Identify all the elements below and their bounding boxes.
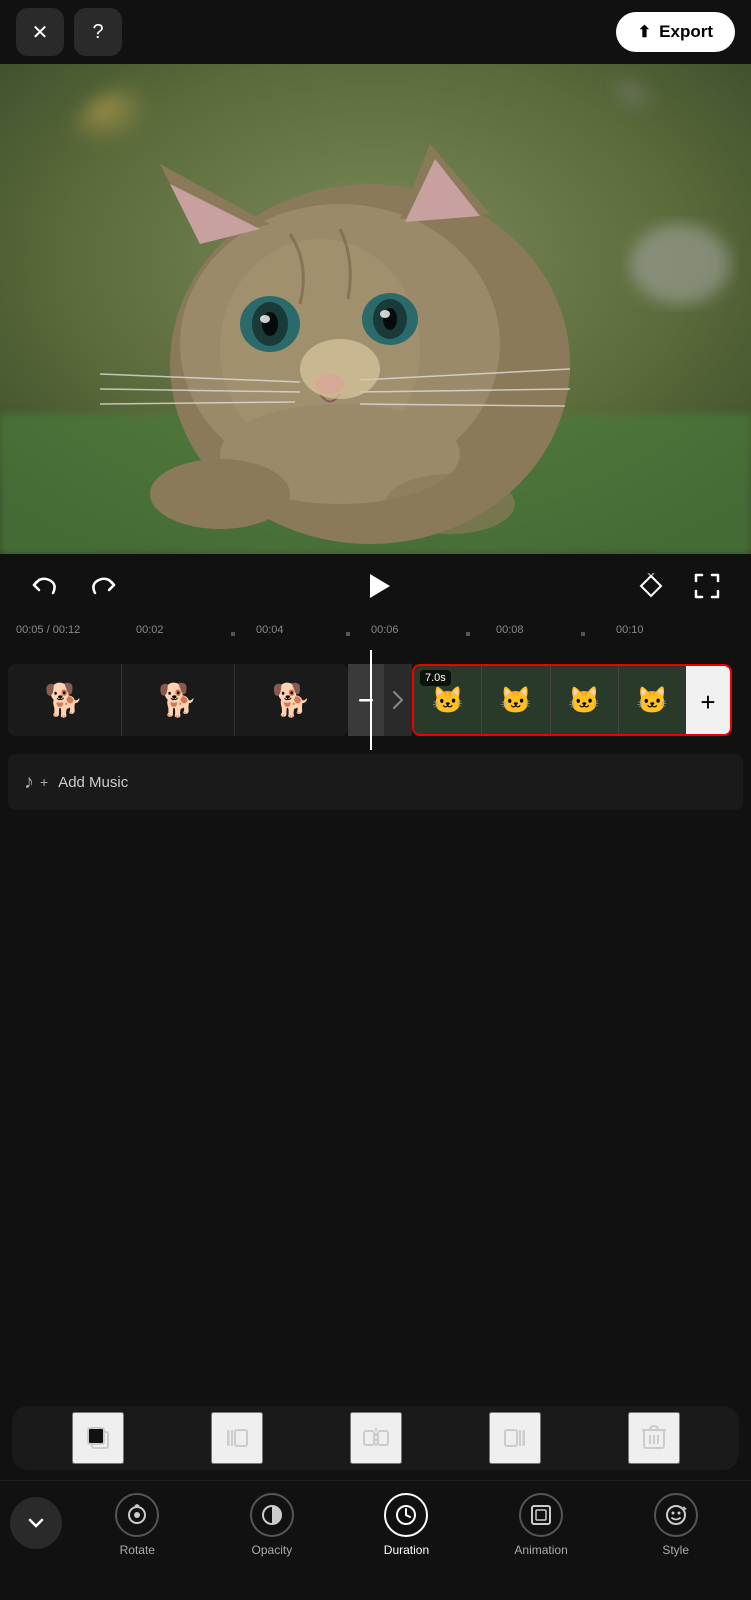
undo-icon: [31, 573, 57, 599]
help-button[interactable]: ?: [74, 8, 122, 56]
export-icon: ⬆: [638, 22, 651, 42]
cat-image: [0, 64, 751, 554]
trim-left-icon: [223, 1424, 251, 1452]
ruler-mark-2: 00:02: [136, 624, 164, 636]
video-track: 🐕 🐕 🐕: [0, 658, 751, 742]
export-label: Export: [659, 22, 713, 42]
top-bar: ✕ ? ⬆ Export: [0, 0, 751, 64]
nav-items: Rotate Opacity: [62, 1493, 751, 1557]
add-clip-button[interactable]: +: [686, 666, 730, 736]
opacity-icon: [260, 1503, 284, 1527]
rotate-label: Rotate: [120, 1543, 155, 1557]
nav-item-animation[interactable]: Animation: [501, 1493, 581, 1557]
keyframe-button[interactable]: [631, 566, 671, 606]
nav-item-style[interactable]: Style: [636, 1493, 716, 1557]
bottom-nav: Rotate Opacity: [0, 1480, 751, 1600]
undo-button[interactable]: [24, 566, 64, 606]
redo-icon: [91, 573, 117, 599]
redo-button[interactable]: [84, 566, 124, 606]
cat-frame-3: 🐱: [551, 666, 619, 734]
cat-clip-wrapper: 7.0s 🐱 🐱 🐱 🐱 +: [412, 660, 732, 740]
cat-thumbnail-3: 🐱: [568, 685, 600, 716]
nav-item-duration[interactable]: Duration: [366, 1493, 446, 1557]
minus-icon: [356, 690, 376, 710]
ruler-mark-4: 00:04: [256, 624, 284, 636]
cat-clip[interactable]: 7.0s 🐱 🐱 🐱 🐱 +: [412, 664, 732, 736]
playhead: [370, 650, 372, 750]
split-tool-button[interactable]: [350, 1412, 402, 1464]
rotate-nav-icon: [115, 1493, 159, 1537]
clip-trim-left-button[interactable]: [348, 664, 384, 736]
chevron-right-icon: [392, 690, 404, 710]
dog-thumbnail-1: 🐕: [44, 681, 84, 719]
add-music-label: Add Music: [58, 774, 128, 791]
animation-label: Animation: [514, 1543, 567, 1557]
dog-thumbnail-2: 🐕: [158, 681, 198, 719]
bottom-toolbar: [12, 1406, 739, 1470]
style-label: Style: [662, 1543, 689, 1557]
fullscreen-button[interactable]: [687, 566, 727, 606]
timeline-ruler[interactable]: 00:05 / 00:12 00:02 00:04 00:06 00:08 00…: [0, 618, 751, 650]
bottom-toolbar-wrap: [0, 1406, 751, 1470]
trim-left-tool-button[interactable]: [211, 1412, 263, 1464]
controls-row: [0, 554, 751, 618]
top-bar-left: ✕ ?: [16, 8, 122, 56]
collapse-nav-button[interactable]: [10, 1497, 62, 1549]
duration-nav-icon: [384, 1493, 428, 1537]
duration-icon: [394, 1503, 418, 1527]
timeline-tracks: 🐕 🐕 🐕: [0, 650, 751, 750]
cat-duration-badge: 7.0s: [420, 670, 451, 686]
opacity-nav-icon: [250, 1493, 294, 1537]
ruler-mark-8: 00:08: [496, 624, 524, 636]
ruler-labels: 00:05 / 00:12 00:02 00:04 00:06 00:08 00…: [16, 624, 735, 644]
plus-small-icon: +: [40, 774, 48, 790]
add-music-row[interactable]: ♪ + Add Music: [8, 754, 743, 810]
dog-frame-3: 🐕: [235, 664, 348, 736]
duration-label: Duration: [384, 1543, 429, 1557]
animation-nav-icon: [519, 1493, 563, 1537]
cat-frame-2: 🐱: [482, 666, 550, 734]
rotate-icon: [125, 1503, 149, 1527]
duplicate-tool-button[interactable]: [72, 1412, 124, 1464]
export-button[interactable]: ⬆ Export: [616, 12, 735, 52]
cat-frame-4: 🐱: [619, 666, 686, 734]
play-icon: [360, 568, 396, 604]
dog-frame-1: 🐕: [8, 664, 122, 736]
cat-thumbnail-1: 🐱: [431, 685, 463, 716]
cat-thumbnail-4: 🐱: [636, 685, 668, 716]
ruler-mark-10: 00:10: [616, 624, 644, 636]
video-preview-canvas: [0, 64, 751, 554]
nav-item-rotate[interactable]: Rotate: [97, 1493, 177, 1557]
dog-thumbnail-3: 🐕: [272, 681, 312, 719]
delete-tool-button[interactable]: [628, 1412, 680, 1464]
trim-right-icon: [501, 1424, 529, 1452]
dog-frame-2: 🐕: [122, 664, 236, 736]
ruler-mark-6: 00:06: [371, 624, 399, 636]
clip-separator: [384, 664, 412, 736]
diamond-icon: [638, 573, 664, 599]
music-note-icon: ♪: [24, 771, 34, 794]
style-nav-icon: [654, 1493, 698, 1537]
nav-item-opacity[interactable]: Opacity: [232, 1493, 312, 1557]
time-current: 00:05 / 00:12: [16, 624, 80, 636]
editor-area: 00:05 / 00:12 00:02 00:04 00:06 00:08 00…: [0, 554, 751, 1600]
style-icon: [664, 1503, 688, 1527]
plus-icon: +: [700, 687, 715, 718]
play-button[interactable]: [354, 562, 402, 610]
fullscreen-icon: [694, 573, 720, 599]
chevron-down-icon: [27, 1514, 45, 1532]
animation-icon: [529, 1503, 553, 1527]
dog-clip[interactable]: 🐕 🐕 🐕: [8, 664, 348, 736]
close-button[interactable]: ✕: [16, 8, 64, 56]
cat-thumbnail-2: 🐱: [500, 685, 532, 716]
opacity-label: Opacity: [252, 1543, 293, 1557]
split-icon: [362, 1424, 390, 1452]
video-preview: [0, 64, 751, 554]
delete-icon: [641, 1424, 667, 1452]
duplicate-icon: [84, 1424, 112, 1452]
trim-right-tool-button[interactable]: [489, 1412, 541, 1464]
